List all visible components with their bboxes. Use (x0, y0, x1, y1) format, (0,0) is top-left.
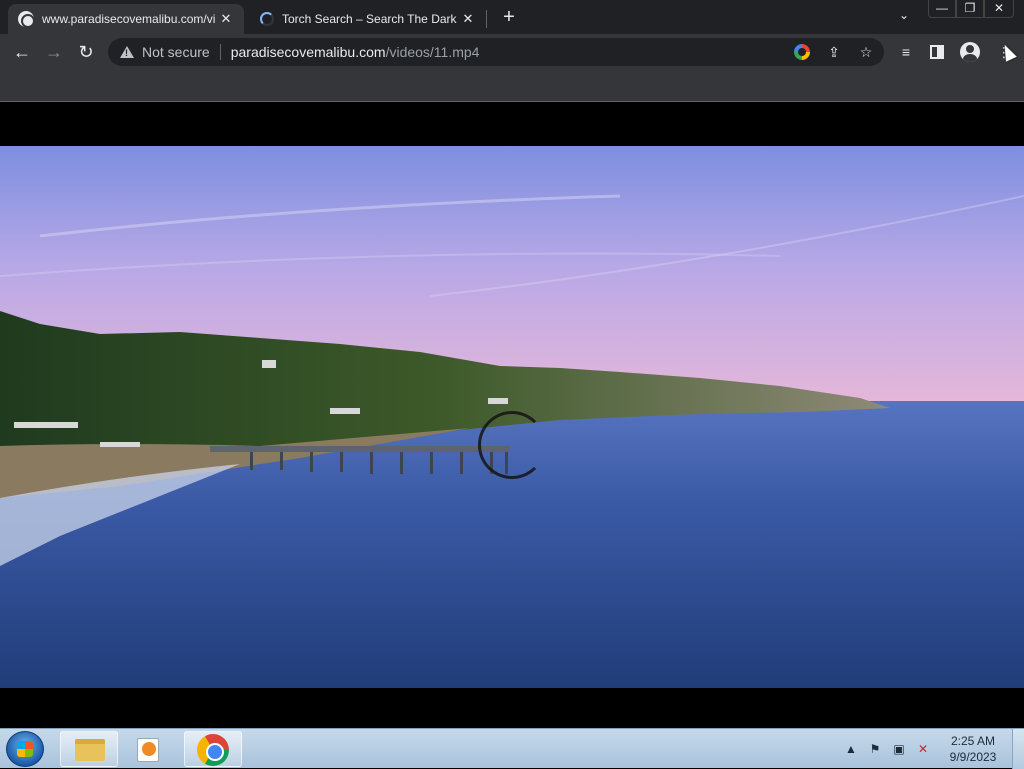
media-player-icon (137, 738, 159, 762)
tab-search-chevron-icon[interactable]: ⌄ (894, 8, 914, 26)
restore-button[interactable]: ❐ (956, 0, 984, 18)
video-frame-malibu-coast[interactable] (0, 146, 1024, 688)
bookmarks-bar (0, 70, 1024, 102)
security-label[interactable]: Not secure (142, 44, 210, 60)
omnibox-actions: ⇪ ☆ (792, 42, 876, 62)
taskbar-chrome[interactable] (184, 731, 242, 767)
taskbar-media-player[interactable] (122, 731, 180, 767)
tab-paradise-cove-video[interactable]: www.paradisecovemalibu.com/vi ✕ (8, 4, 244, 34)
video-player[interactable] (0, 103, 1024, 728)
folder-icon (75, 739, 105, 761)
system-tray: ▲ ⚑ ▣ ✕ (842, 729, 932, 769)
tab-separator (486, 10, 487, 28)
warning-icon[interactable] (120, 46, 134, 58)
video-loading-ring-icon (478, 411, 546, 479)
back-button[interactable]: ← (10, 40, 34, 64)
globe-icon (18, 11, 35, 28)
tab-title: www.paradisecovemalibu.com/vi (42, 12, 216, 26)
network-icon[interactable]: ▣ (890, 740, 908, 758)
windows-taskbar: ▲ ⚑ ▣ ✕ 2:25 AM 9/9/2023 (0, 728, 1024, 769)
tab-strip: www.paradisecovemalibu.com/vi ✕ Torch Se… (0, 0, 1024, 34)
url-path: /videos/11.mp4 (385, 44, 480, 60)
clock-date: 9/9/2023 (949, 750, 997, 764)
taskbar-clock[interactable]: 2:25 AM 9/9/2023 (938, 733, 1008, 765)
side-panel-icon[interactable] (930, 45, 944, 59)
tab-close-icon[interactable]: ✕ (218, 11, 234, 27)
show-hidden-icons-icon[interactable]: ▲ (842, 740, 860, 758)
new-tab-button[interactable]: + (498, 6, 520, 28)
tab-title: Torch Search – Search The Dark N (282, 12, 460, 26)
loading-spinner-icon (260, 12, 274, 26)
address-bar[interactable]: Not secure paradisecovemalibu.com/videos… (108, 38, 884, 66)
share-icon[interactable]: ⇪ (824, 42, 844, 62)
tab-torch-search[interactable]: Torch Search – Search The Dark N ✕ (250, 4, 486, 34)
url-host: paradisecovemalibu.com (230, 44, 386, 60)
clock-time: 2:25 AM (950, 734, 996, 748)
minimize-button[interactable]: — (928, 0, 956, 18)
bookmark-star-icon[interactable]: ☆ (856, 42, 876, 62)
chrome-icon (197, 734, 229, 766)
reload-button[interactable]: ↻ (74, 40, 98, 64)
browser-toolbar: ← → ↻ Not secure paradisecovemalibu.com/… (0, 34, 1024, 70)
volume-muted-icon[interactable]: ✕ (914, 740, 932, 758)
profile-avatar-icon[interactable] (960, 42, 980, 62)
action-center-flag-icon[interactable]: ⚑ (866, 740, 884, 758)
forward-button[interactable]: → (42, 40, 66, 64)
close-window-button[interactable]: ✕ (984, 0, 1014, 18)
start-button[interactable] (6, 731, 44, 767)
reading-list-icon[interactable]: ≡ (896, 42, 916, 62)
show-desktop-button[interactable] (1012, 729, 1024, 769)
taskbar-file-explorer[interactable] (60, 731, 118, 767)
tab-close-icon[interactable]: ✕ (460, 11, 476, 27)
google-lens-icon[interactable] (792, 42, 812, 62)
omnibox-separator (219, 44, 221, 60)
